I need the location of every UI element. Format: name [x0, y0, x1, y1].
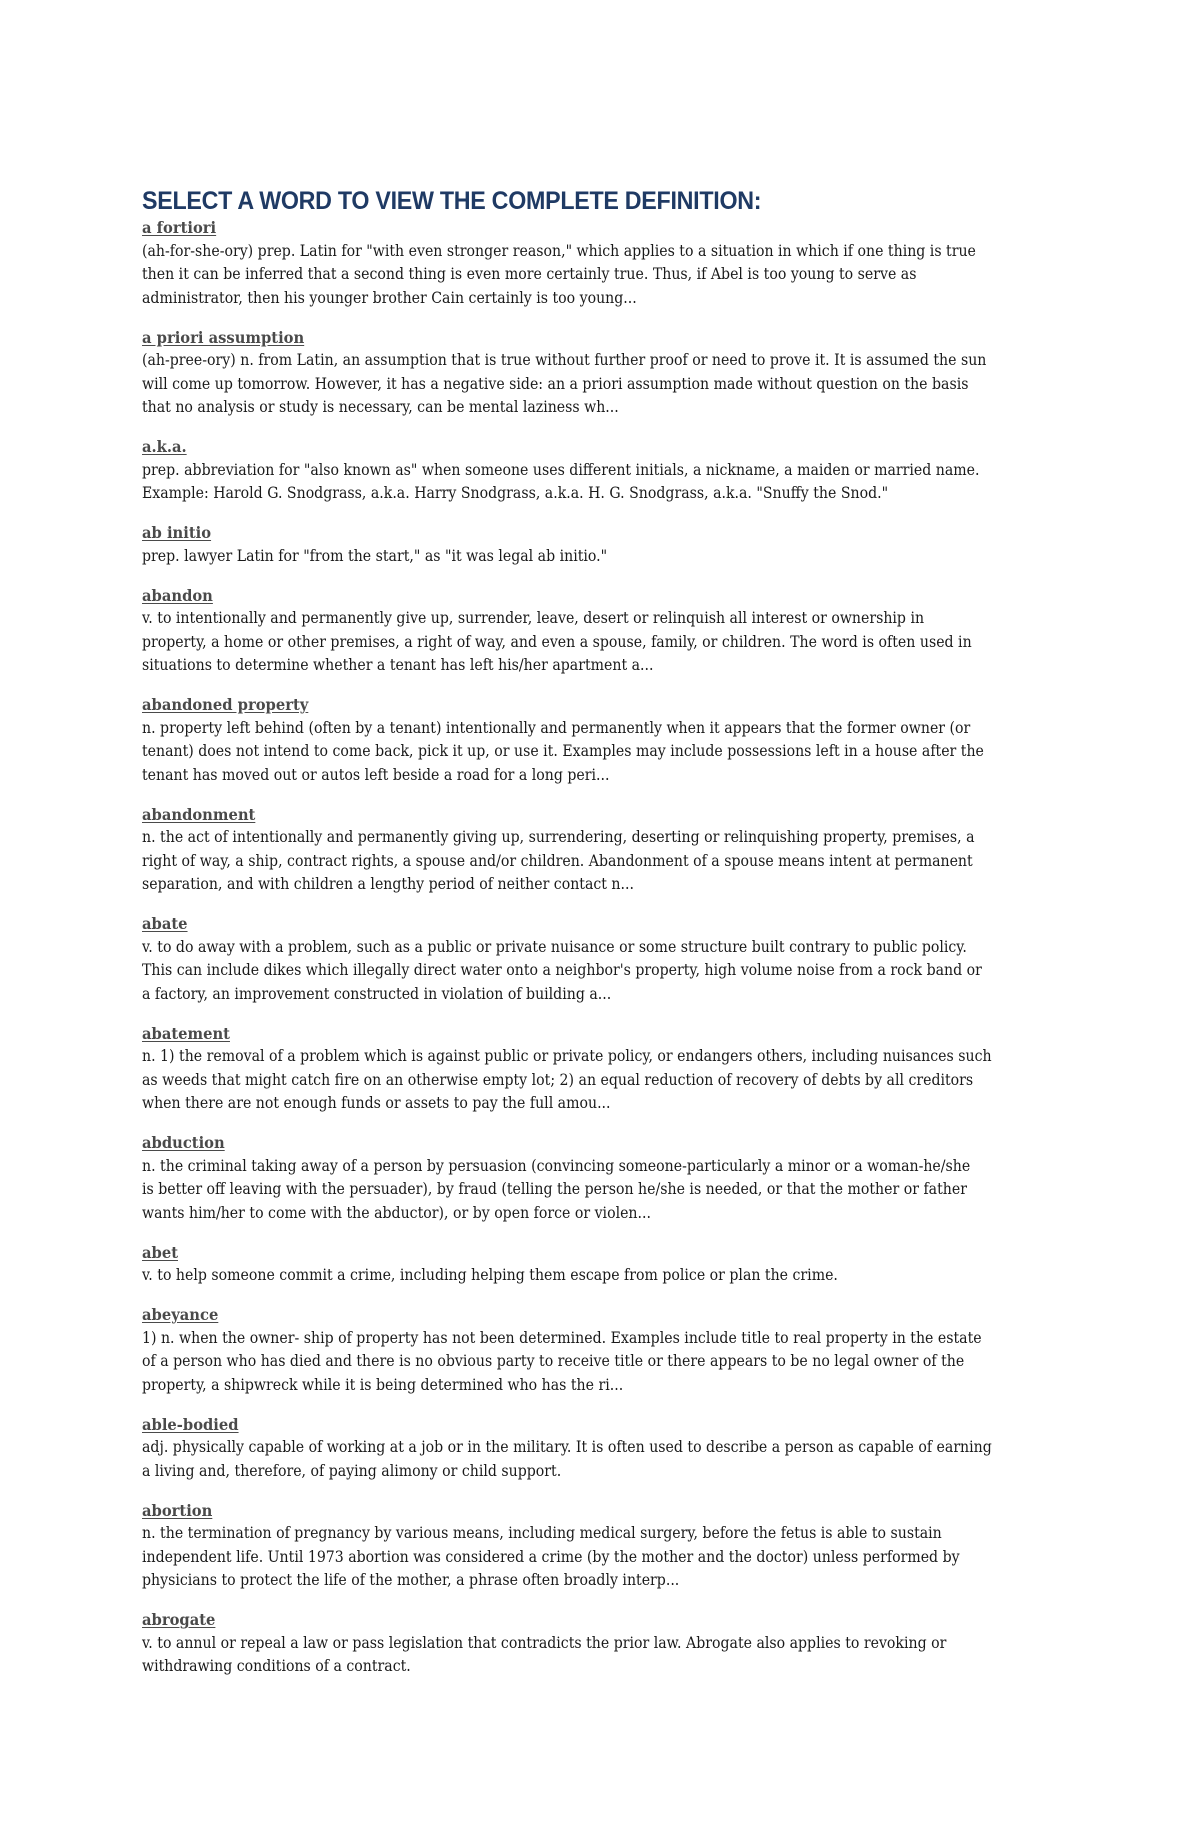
glossary-entry: abrogate v. to annul or repeal a law or … — [142, 1608, 1102, 1679]
definition-line: right of way, a ship, contract rights, a… — [142, 851, 973, 870]
term-link[interactable]: abandoned property — [142, 693, 308, 717]
glossary-entry: abduction n. the criminal taking away of… — [142, 1131, 1102, 1225]
term-definition: v. to do away with a problem, such as a … — [142, 936, 1102, 1007]
definition-line: n. property left behind (often by a tena… — [142, 718, 971, 737]
definition-line: v. to help someone commit a crime, inclu… — [142, 1266, 838, 1284]
term-link[interactable]: abrogate — [142, 1608, 215, 1632]
definition-line: when there are not enough funds or asset… — [142, 1094, 611, 1112]
definition-line: will come up tomorrow. However, it has a… — [142, 374, 969, 393]
definition-line: (ah-pree-ory) n. from Latin, an assumpti… — [142, 351, 987, 369]
term-link[interactable]: a priori assumption — [142, 326, 304, 350]
definition-line: situations to determine whether a tenant… — [142, 656, 654, 674]
glossary-entry: abandoned property n. property left behi… — [142, 693, 1102, 787]
definition-line: tenant) does not intend to come back, pi… — [142, 742, 984, 760]
term-definition: n. the criminal taking away of a person … — [142, 1155, 1102, 1226]
term-definition: v. to help someone commit a crime, inclu… — [142, 1264, 1102, 1288]
term-definition: adj. physically capable of working at a … — [142, 1436, 1102, 1483]
definition-line: v. to do away with a problem, such as a … — [142, 937, 967, 956]
term-definition: n. 1) the removal of a problem which is … — [142, 1045, 1102, 1116]
definition-line: 1) n. when the owner- ship of property h… — [142, 1328, 982, 1347]
term-link[interactable]: abeyance — [142, 1303, 218, 1327]
definition-line: n. the termination of pregnancy by vario… — [142, 1524, 942, 1542]
definition-line: This can include dikes which illegally d… — [142, 961, 982, 979]
term-link[interactable]: abandonment — [142, 803, 255, 827]
definition-line: administrator, then his younger brother … — [142, 288, 637, 307]
definition-line: withdrawing conditions of a contract. — [142, 1657, 411, 1675]
definition-line: is better off leaving with the persuader… — [142, 1180, 967, 1198]
definition-line: physicians to protect the life of the mo… — [142, 1571, 680, 1589]
term-definition: prep. lawyer Latin for "from the start,"… — [142, 545, 1102, 569]
definition-line: Example: Harold G. Snodgrass, a.k.a. Har… — [142, 484, 889, 502]
definition-line: n. the criminal taking away of a person … — [142, 1156, 971, 1175]
glossary-entry: abate v. to do away with a problem, such… — [142, 912, 1102, 1006]
glossary-entry: a fortiori (ah-for-she-ory) prep. Latin … — [142, 216, 1102, 310]
glossary-entry: abandonment n. the act of intentionally … — [142, 803, 1102, 897]
term-definition: v. to annul or repeal a law or pass legi… — [142, 1632, 1102, 1679]
glossary-entry: abet v. to help someone commit a crime, … — [142, 1241, 1102, 1288]
term-link[interactable]: abet — [142, 1241, 178, 1265]
glossary-page: SELECT A WORD TO VIEW THE COMPLETE DEFIN… — [142, 186, 1102, 1694]
definition-line: tenant has moved out or autos left besid… — [142, 765, 610, 784]
definition-line: n. 1) the removal of a problem which is … — [142, 1047, 992, 1065]
glossary-entry: ab initio prep. lawyer Latin for "from t… — [142, 521, 1102, 568]
term-link[interactable]: abandon — [142, 584, 213, 608]
glossary-entry: abandon v. to intentionally and permanen… — [142, 584, 1102, 678]
definition-line: then it can be inferred that a second th… — [142, 265, 917, 283]
term-link[interactable]: able-bodied — [142, 1413, 239, 1437]
glossary-entry: abatement n. 1) the removal of a problem… — [142, 1022, 1102, 1116]
definition-line: adj. physically capable of working at a … — [142, 1438, 992, 1456]
term-definition: n. property left behind (often by a tena… — [142, 717, 1102, 788]
glossary-entry: abeyance 1) n. when the owner- ship of p… — [142, 1303, 1102, 1397]
term-definition: 1) n. when the owner- ship of property h… — [142, 1327, 1102, 1398]
term-link[interactable]: a fortiori — [142, 216, 216, 240]
page-title: SELECT A WORD TO VIEW THE COMPLETE DEFIN… — [142, 187, 762, 215]
glossary-entry: abortion n. the termination of pregnancy… — [142, 1499, 1102, 1593]
definition-line: n. the act of intentionally and permanen… — [142, 828, 975, 846]
term-definition: v. to intentionally and permanently give… — [142, 607, 1102, 678]
term-definition: prep. abbreviation for "also known as" w… — [142, 459, 1102, 506]
glossary-entry: a priori assumption (ah-pree-ory) n. fro… — [142, 326, 1102, 420]
term-definition: (ah-for-she-ory) prep. Latin for "with e… — [142, 240, 1102, 311]
term-link[interactable]: abatement — [142, 1022, 230, 1046]
definition-line: prep. lawyer Latin for "from the start,"… — [142, 546, 608, 565]
glossary-list: a fortiori (ah-for-she-ory) prep. Latin … — [142, 216, 1102, 1679]
glossary-entry: able-bodied adj. physically capable of w… — [142, 1413, 1102, 1484]
glossary-entry: a.k.a. prep. abbreviation for "also know… — [142, 435, 1102, 506]
term-link[interactable]: abduction — [142, 1131, 225, 1155]
term-definition: (ah-pree-ory) n. from Latin, an assumpti… — [142, 349, 1102, 420]
definition-line: v. to intentionally and permanently give… — [142, 609, 925, 627]
definition-line: as weeds that might catch fire on an oth… — [142, 1070, 974, 1089]
definition-line: separation, and with children a lengthy … — [142, 875, 634, 893]
definition-line: a living and, therefore, of paying alimo… — [142, 1461, 562, 1480]
definition-line: that no analysis or study is necessary, … — [142, 398, 619, 416]
definition-line: of a person who has died and there is no… — [142, 1352, 965, 1370]
definition-line: a factory, an improvement constructed in… — [142, 984, 612, 1003]
definition-line: property, a home or other premises, a ri… — [142, 632, 972, 651]
definition-line: prep. abbreviation for "also known as" w… — [142, 460, 980, 479]
term-definition: n. the act of intentionally and permanen… — [142, 826, 1102, 897]
definition-line: independent life. Until 1973 abortion wa… — [142, 1547, 960, 1566]
definition-line: wants him/her to come with the abductor)… — [142, 1203, 651, 1222]
term-definition: n. the termination of pregnancy by vario… — [142, 1522, 1102, 1593]
definition-line: property, a shipwreck while it is being … — [142, 1375, 624, 1394]
term-link[interactable]: a.k.a. — [142, 435, 187, 459]
term-link[interactable]: abate — [142, 912, 188, 936]
term-link[interactable]: abortion — [142, 1499, 212, 1523]
definition-line: v. to annul or repeal a law or pass legi… — [142, 1633, 947, 1652]
definition-line: (ah-for-she-ory) prep. Latin for "with e… — [142, 241, 976, 260]
term-link[interactable]: ab initio — [142, 521, 211, 545]
